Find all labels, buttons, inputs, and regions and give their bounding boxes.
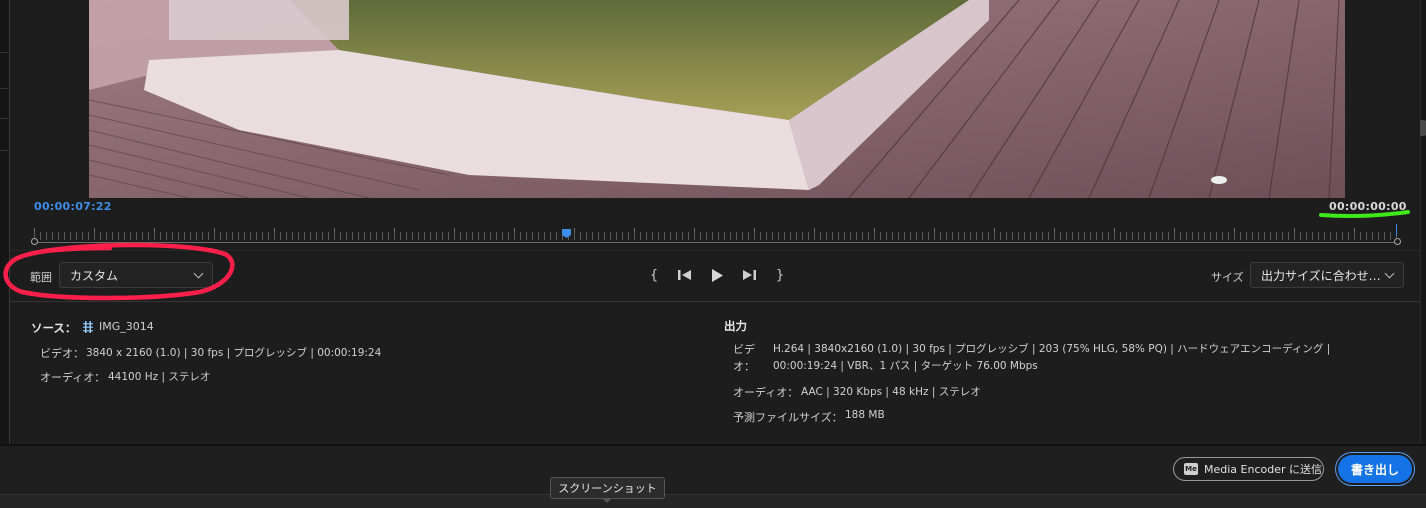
source-audio-label: オーディオ：	[40, 371, 106, 384]
size-dropdown-value: 出力サイズに合わせ…	[1261, 268, 1381, 283]
range-label: 範囲	[30, 271, 52, 284]
step-forward-icon	[743, 270, 756, 280]
screenshot-tooltip: スクリーンショット	[550, 477, 665, 499]
end-marker	[1396, 224, 1397, 236]
size-dropdown[interactable]: 出力サイズに合わせ…	[1250, 262, 1404, 288]
output-audio-value: AAC | 320 Kbps | 48 kHz | ステレオ	[801, 386, 981, 398]
step-back-icon	[678, 270, 691, 280]
scrubber-ticks	[34, 232, 1398, 240]
output-heading: 出力	[724, 319, 747, 333]
in-point-handle[interactable]	[31, 238, 38, 245]
export-dialog: 00:00:07:22 00:00:00:00 範囲 カスタム {} サイズ …	[0, 0, 1426, 508]
media-encoder-icon: Me	[1184, 463, 1198, 475]
source-file: IMG_3014	[82, 320, 154, 333]
current-timecode[interactable]: 00:00:07:22	[34, 200, 112, 213]
video-preview	[89, 0, 1345, 198]
play-icon	[712, 268, 723, 282]
preview-frame-image	[89, 0, 1345, 198]
output-video-label: ビデオ：	[733, 343, 755, 373]
size-label: サイズ	[1211, 271, 1244, 284]
transport-controls: { }	[646, 266, 790, 284]
source-heading: ソース：	[31, 321, 77, 335]
estimated-file-size-label: 予測ファイルサイズ：	[733, 411, 843, 424]
send-to-media-encoder-button[interactable]: Me Media Encoder に送信	[1173, 457, 1324, 481]
step-back-button[interactable]	[676, 266, 694, 284]
range-dropdown[interactable]: カスタム	[59, 262, 213, 288]
output-audio-label: オーディオ：	[733, 386, 799, 399]
status-strip	[0, 494, 1426, 508]
range-dropdown-value: カスタム	[70, 268, 119, 283]
left-panel-edge	[0, 0, 10, 444]
sequence-icon	[83, 320, 93, 333]
right-scrollbar[interactable]	[1420, 0, 1426, 444]
source-video-label: ビデオ：	[40, 347, 84, 360]
chevron-down-icon	[193, 268, 204, 278]
step-forward-button[interactable]	[740, 266, 758, 284]
estimated-file-size-value: 188 MB	[845, 409, 885, 421]
output-video-value: H.264 | 3840x2160 (1.0) | 30 fps | プログレッ…	[773, 343, 1331, 372]
scrollbar-thumb[interactable]	[1420, 120, 1426, 136]
divider	[10, 301, 1420, 302]
source-video-value: 3840 x 2160 (1.0) | 30 fps | プログレッシブ | 0…	[86, 347, 382, 359]
divider	[10, 250, 1420, 251]
duration-timecode: 00:00:00:00	[1329, 200, 1407, 213]
mark-out-button[interactable]: }	[772, 266, 788, 284]
tooltip-tail	[602, 498, 612, 503]
source-audio-value: 44100 Hz | ステレオ	[108, 371, 211, 383]
mark-in-button[interactable]: {	[646, 266, 662, 284]
source-file-name: IMG_3014	[99, 320, 154, 333]
scrubber-baseline	[34, 242, 1398, 243]
play-button[interactable]	[708, 266, 726, 284]
chevron-down-icon	[1384, 268, 1395, 278]
send-to-media-encoder-label: Media Encoder に送信	[1204, 463, 1323, 476]
timeline-scrubber[interactable]	[31, 224, 1401, 246]
export-button[interactable]: 書き出し	[1338, 455, 1412, 483]
out-point-handle[interactable]	[1394, 238, 1401, 245]
